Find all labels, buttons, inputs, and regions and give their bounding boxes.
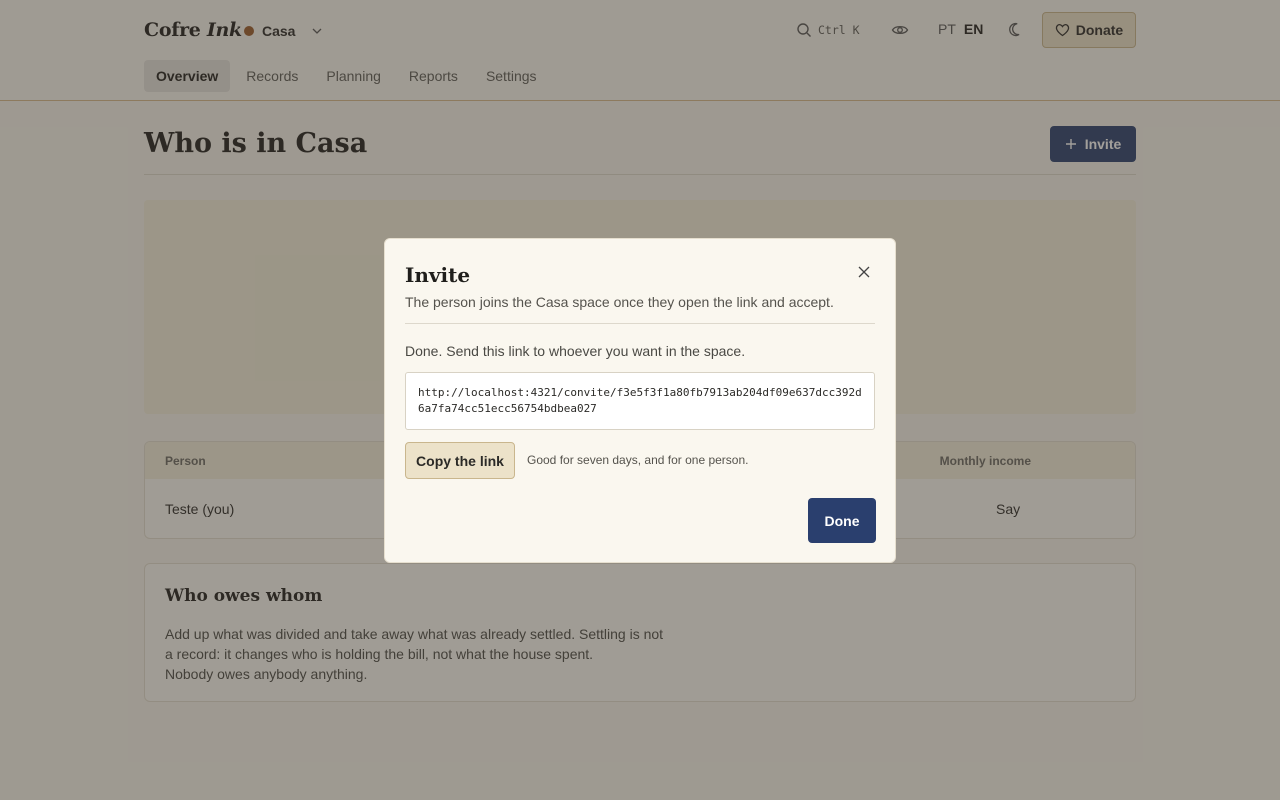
close-icon[interactable] bbox=[855, 263, 873, 281]
copy-link-button[interactable]: Copy the link bbox=[405, 442, 515, 479]
dialog-subtitle: The person joins the Casa space once the… bbox=[405, 294, 834, 310]
link-validity-note: Good for seven days, and for one person. bbox=[527, 453, 749, 467]
done-button[interactable]: Done bbox=[808, 498, 876, 543]
invite-dialog: Invite The person joins the Casa space o… bbox=[384, 238, 896, 563]
dialog-title: Invite bbox=[405, 263, 471, 287]
dialog-instructions: Done. Send this link to whoever you want… bbox=[405, 343, 746, 359]
dialog-divider bbox=[405, 323, 875, 324]
invite-link-field[interactable]: http://localhost:4321/convite/f3e5f3f1a8… bbox=[405, 372, 875, 430]
